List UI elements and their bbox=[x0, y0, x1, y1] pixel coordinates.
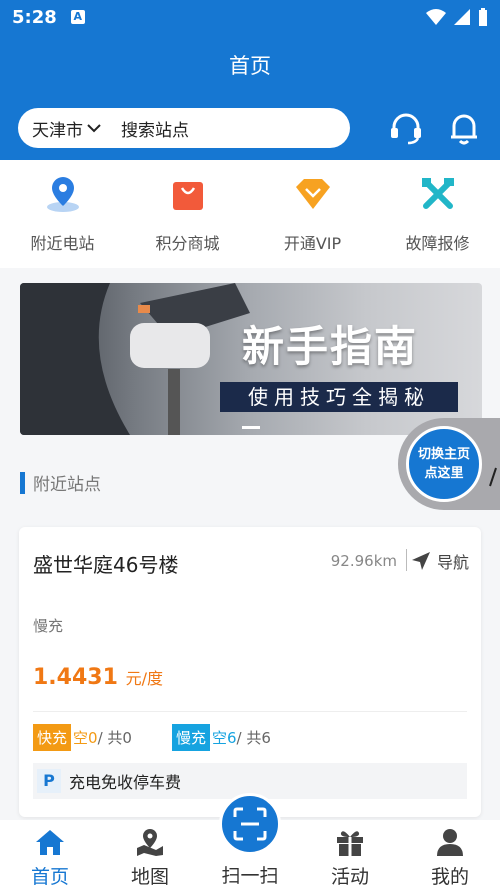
page-title: 首页 bbox=[229, 54, 271, 78]
tools-icon bbox=[418, 174, 458, 214]
slow-charge-count: 空6/ 共6 bbox=[212, 727, 271, 748]
user-icon bbox=[434, 828, 466, 856]
fast-charge-tag: 快充 bbox=[33, 724, 72, 751]
status-bar: 5:28 A bbox=[0, 0, 500, 34]
battery-icon bbox=[479, 8, 487, 26]
bell-icon[interactable] bbox=[444, 108, 484, 148]
menu-points-mall[interactable]: 积分商城 bbox=[125, 160, 250, 268]
navigate-button[interactable]: 导航 bbox=[411, 549, 469, 573]
tab-mine[interactable]: 我的 bbox=[400, 820, 500, 888]
price-value: 1.4431 bbox=[33, 665, 118, 690]
status-time: 5:28 bbox=[12, 6, 57, 28]
station-card[interactable]: 盛世华庭46号楼 92.96km 导航 慢充 1.4431 元/度 快充 空0/… bbox=[19, 527, 481, 817]
guide-banner[interactable]: 新手指南 使用技巧全揭秘 bbox=[20, 283, 482, 435]
menu-fault-repair[interactable]: 故障报修 bbox=[375, 160, 500, 268]
menu-nearby-stations[interactable]: 附近电站 bbox=[0, 160, 125, 268]
fast-free: 空0 bbox=[73, 729, 98, 747]
price: 1.4431 元/度 bbox=[33, 665, 163, 690]
divider bbox=[406, 549, 407, 571]
menu-label: 开通VIP bbox=[283, 234, 342, 253]
map-icon bbox=[134, 828, 166, 856]
parking-icon: P bbox=[37, 769, 61, 793]
carousel-indicator bbox=[242, 426, 260, 429]
section-title: 附近站点 bbox=[33, 475, 101, 495]
switch-home-line2: 点这里 bbox=[424, 466, 464, 481]
section-nearby: 附近站点 bbox=[20, 470, 101, 495]
home-icon bbox=[34, 828, 66, 856]
fast-charge-count: 空0/ 共0 bbox=[73, 727, 132, 748]
shopping-bag-icon bbox=[168, 174, 208, 214]
charger-availability: 快充 空0/ 共0 慢充 空6/ 共6 bbox=[33, 724, 271, 751]
switch-home-button[interactable]: 切换主页 点这里 bbox=[398, 418, 500, 510]
quick-menu: 附近电站 积分商城 开通VIP 故障报修 bbox=[0, 160, 500, 268]
section-marker bbox=[20, 471, 25, 494]
switch-home-circle: 切换主页 点这里 bbox=[406, 426, 482, 502]
station-distance: 92.96km bbox=[330, 552, 397, 570]
tab-label: 我的 bbox=[430, 866, 469, 888]
slow-free: 空6 bbox=[211, 729, 237, 747]
scan-icon bbox=[233, 807, 267, 841]
tab-label: 活动 bbox=[330, 866, 369, 888]
charger-illustration bbox=[20, 283, 250, 435]
tab-home[interactable]: 首页 bbox=[0, 820, 100, 888]
station-name: 盛世华庭46号楼 bbox=[33, 553, 179, 577]
city-selector[interactable]: 天津市 bbox=[32, 116, 101, 141]
tab-label: 首页 bbox=[30, 866, 69, 888]
header: 首页 天津市 搜索站点 bbox=[0, 34, 500, 160]
diamond-icon bbox=[293, 174, 333, 214]
tab-label: 地图 bbox=[130, 866, 169, 888]
switch-home-line1: 切换主页 bbox=[417, 447, 470, 462]
charge-type: 慢充 bbox=[33, 617, 64, 635]
menu-label: 故障报修 bbox=[405, 234, 470, 253]
location-pin-icon bbox=[43, 174, 83, 214]
scan-button[interactable] bbox=[219, 793, 281, 855]
menu-label: 附近电站 bbox=[30, 234, 95, 253]
headset-icon[interactable] bbox=[386, 108, 426, 148]
status-indicators bbox=[426, 8, 488, 26]
tab-label: 扫一扫 bbox=[221, 865, 279, 887]
menu-open-vip[interactable]: 开通VIP bbox=[250, 160, 375, 268]
search-bar[interactable]: 天津市 搜索站点 bbox=[18, 108, 350, 148]
parking-text: 充电免收停车费 bbox=[69, 773, 182, 792]
banner-title: 新手指南 bbox=[242, 322, 419, 371]
pointer-icon bbox=[489, 467, 497, 487]
slow-total: / 共6 bbox=[236, 729, 271, 747]
tab-map[interactable]: 地图 bbox=[100, 820, 200, 888]
slow-charge-tag: 慢充 bbox=[171, 724, 210, 751]
a-icon: A bbox=[70, 10, 85, 24]
wifi-icon bbox=[426, 9, 446, 25]
banner-subtitle: 使用技巧全揭秘 bbox=[220, 382, 458, 412]
fast-total: / 共0 bbox=[97, 729, 132, 747]
city-label: 天津市 bbox=[32, 120, 83, 141]
price-unit: 元/度 bbox=[125, 669, 163, 688]
tab-activity[interactable]: 活动 bbox=[300, 820, 400, 888]
signal-icon bbox=[454, 9, 470, 25]
menu-label: 积分商城 bbox=[155, 234, 220, 253]
divider bbox=[33, 711, 467, 712]
search-input[interactable]: 搜索站点 bbox=[121, 116, 189, 141]
gift-icon bbox=[334, 828, 366, 856]
chevron-down-icon bbox=[87, 124, 101, 133]
navigate-label: 导航 bbox=[436, 553, 469, 572]
navigation-arrow-icon bbox=[411, 552, 430, 570]
